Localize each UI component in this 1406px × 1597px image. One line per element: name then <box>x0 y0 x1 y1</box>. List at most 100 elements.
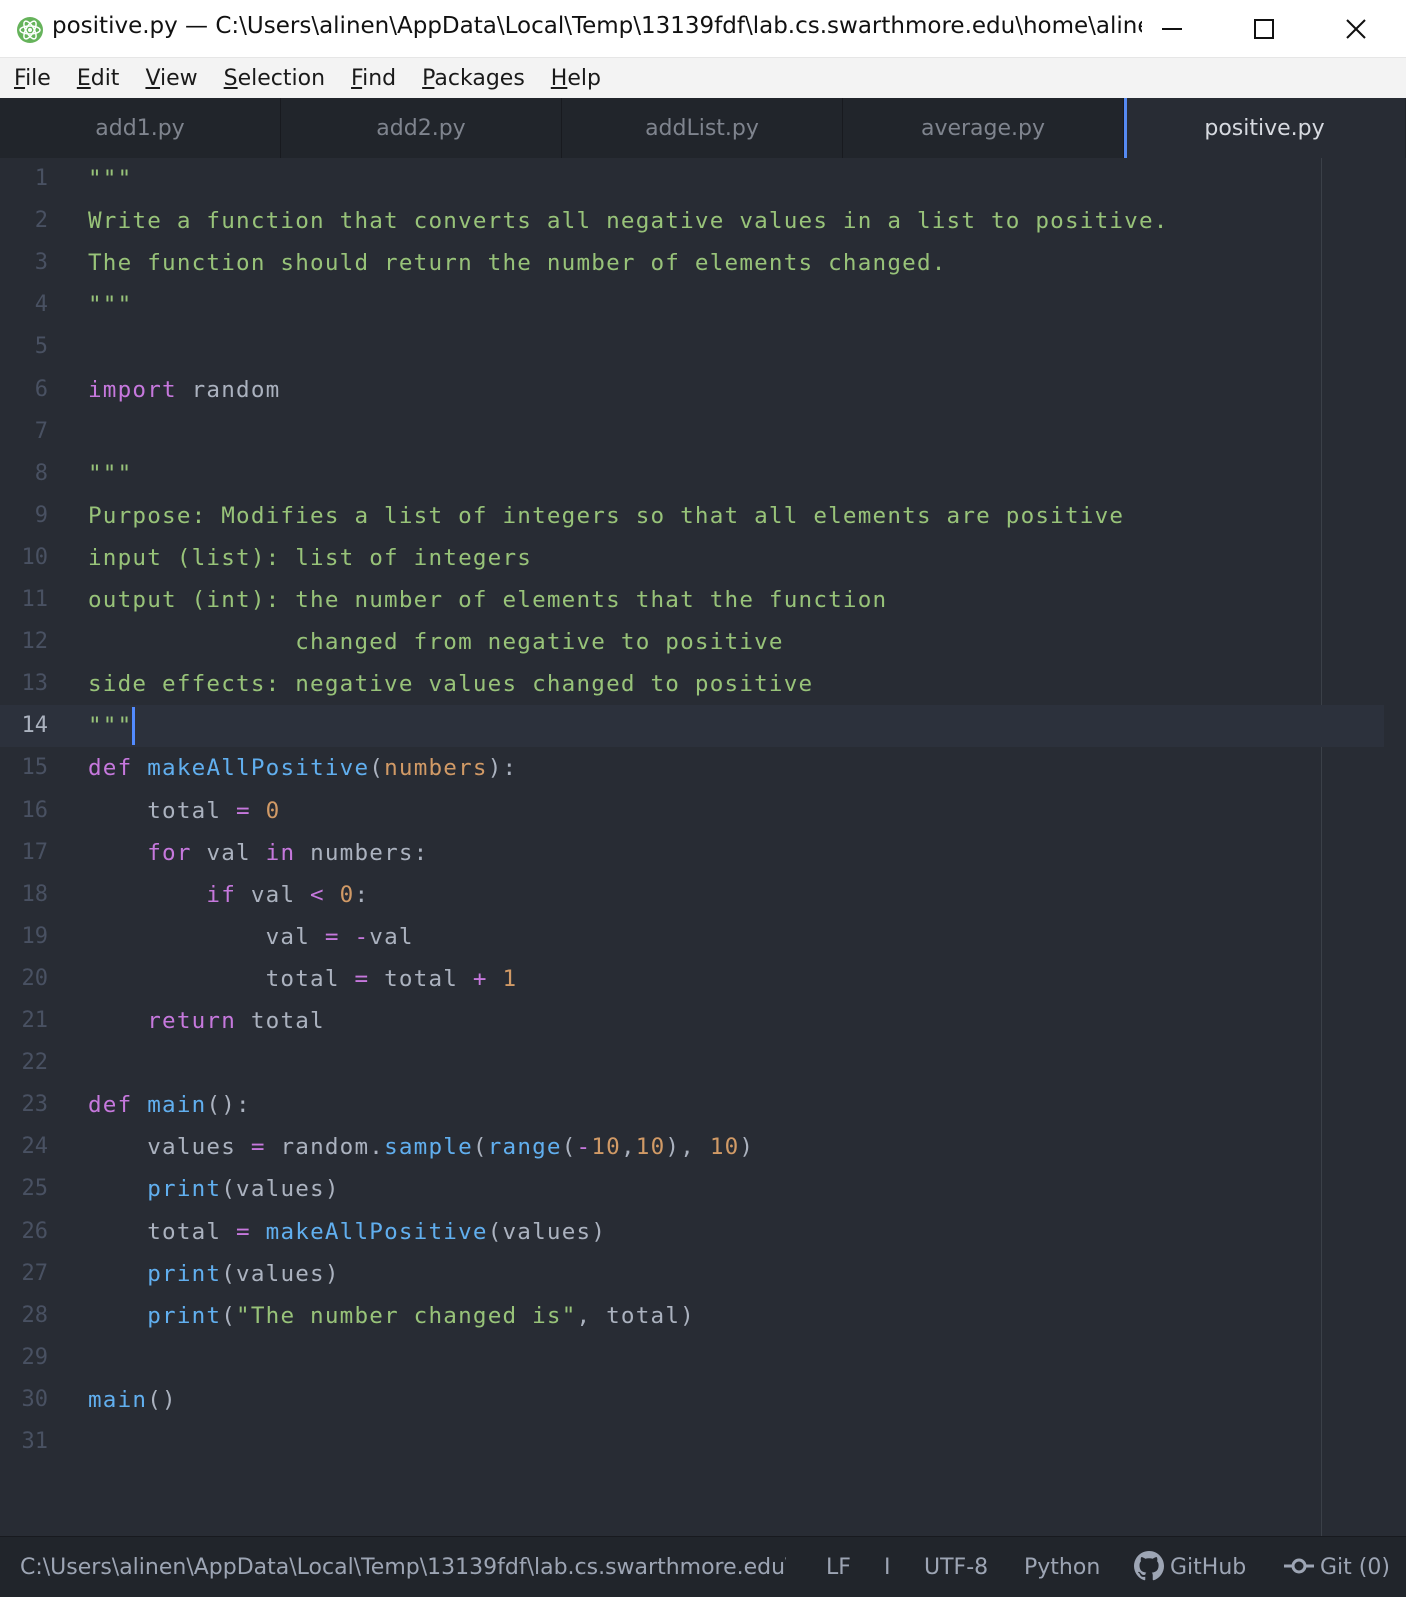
line-number[interactable]: 8 <box>0 453 48 495</box>
code-line[interactable]: 28 print("The number changed is", total) <box>0 1295 1384 1337</box>
line-number[interactable]: 15 <box>0 747 49 789</box>
code-line[interactable]: 4 """ <box>0 284 1384 326</box>
code-line[interactable]: 29 <box>0 1337 1384 1379</box>
code-text[interactable]: input (list): list of integers <box>88 537 532 579</box>
line-number[interactable]: 22 <box>0 1042 49 1084</box>
line-number[interactable]: 16 <box>0 790 49 832</box>
line-number[interactable]: 10 <box>0 537 49 579</box>
code-line[interactable]: 3 The function should return the number o… <box>0 242 1384 284</box>
line-number[interactable]: 24 <box>0 1126 49 1168</box>
code-text[interactable]: print("The number changed is", total) <box>88 1295 695 1337</box>
code-line[interactable]: 9 Purpose: Modifies a list of integers so… <box>0 495 1384 537</box>
line-number[interactable]: 23 <box>0 1084 49 1126</box>
code-line[interactable]: 19 val = -val <box>0 916 1384 958</box>
code-line[interactable]: 20 total = total + 1 <box>0 958 1384 1000</box>
menu-view[interactable]: View <box>145 66 197 91</box>
code-line[interactable]: 15 def makeAllPositive(numbers): <box>0 747 1384 789</box>
code-line[interactable]: 27 print(values) <box>0 1253 1384 1295</box>
code-line[interactable]: 6 import random <box>0 369 1384 411</box>
status-line-ending[interactable]: LF <box>826 1537 851 1597</box>
code-text[interactable]: print(values) <box>88 1253 340 1295</box>
code-text[interactable]: changed from negative to positive <box>88 621 784 663</box>
code-text[interactable]: def main(): <box>88 1084 251 1126</box>
maximize-button[interactable] <box>1218 0 1310 58</box>
code-line[interactable]: 11 output (int): the number of elements t… <box>0 579 1384 621</box>
line-number[interactable]: 11 <box>0 579 49 621</box>
code-line[interactable]: 25 print(values) <box>0 1168 1384 1210</box>
code-text[interactable]: """ <box>88 453 132 495</box>
line-number[interactable]: 27 <box>0 1253 49 1295</box>
code-line[interactable]: 10 input (list): list of integers <box>0 537 1384 579</box>
menu-packages[interactable]: Packages <box>422 66 525 91</box>
close-button[interactable] <box>1310 0 1402 58</box>
code-editor[interactable]: 1 """ 2 Write a function that converts all … <box>0 158 1406 1536</box>
code-text[interactable]: The function should return the number of… <box>88 242 947 284</box>
line-number[interactable]: 26 <box>0 1211 49 1253</box>
line-number[interactable]: 21 <box>0 1000 49 1042</box>
code-text[interactable]: main() <box>88 1379 177 1421</box>
line-number[interactable]: 13 <box>0 663 49 705</box>
code-text[interactable]: import random <box>88 369 280 411</box>
code-line[interactable]: 30 main() <box>0 1379 1384 1421</box>
code-text[interactable]: total = total + 1 <box>88 958 517 1000</box>
menu-find[interactable]: Find <box>351 66 396 91</box>
status-encoding[interactable]: UTF-8 <box>924 1537 988 1597</box>
tab-addlist[interactable]: addList.py <box>562 98 843 158</box>
code-line[interactable]: 16 total = 0 <box>0 790 1384 832</box>
line-number[interactable]: 6 <box>0 369 48 411</box>
code-text[interactable]: def makeAllPositive(numbers): <box>88 747 517 789</box>
code-line[interactable]: 22 <box>0 1042 1384 1084</box>
code-text[interactable]: total = 0 <box>88 790 280 832</box>
code-line[interactable]: 5 <box>0 326 1384 368</box>
code-line[interactable]: 24 values = random.sample(range(-10,10),… <box>0 1126 1384 1168</box>
code-text[interactable]: val = -val <box>88 916 414 958</box>
code-line[interactable]: 7 <box>0 411 1384 453</box>
code-line[interactable]: 18 if val < 0: <box>0 874 1384 916</box>
code-text[interactable]: """ <box>88 158 132 200</box>
line-number[interactable]: 4 <box>0 284 48 326</box>
code-text[interactable]: values = random.sample(range(-10,10), 10… <box>88 1126 754 1168</box>
line-number[interactable]: 18 <box>0 874 49 916</box>
code-line[interactable]: 23 def main(): <box>0 1084 1384 1126</box>
code-line[interactable]: 14 """ <box>0 705 1384 748</box>
tab-add2[interactable]: add2.py <box>281 98 562 158</box>
status-grammar[interactable]: Python <box>1024 1537 1100 1597</box>
code-line[interactable]: 26 total = makeAllPositive(values) <box>0 1211 1384 1253</box>
code-text[interactable]: if val < 0: <box>88 874 369 916</box>
status-git[interactable]: Git (0) <box>1284 1537 1390 1597</box>
code-line[interactable]: 21 return total <box>0 1000 1384 1042</box>
code-text[interactable]: """ <box>88 284 132 326</box>
line-number[interactable]: 31 <box>0 1421 49 1463</box>
tab-positive[interactable]: positive.py <box>1124 98 1405 158</box>
code-line[interactable]: 12 changed from negative to positive <box>0 621 1384 663</box>
line-number[interactable]: 5 <box>0 326 48 368</box>
status-github[interactable]: GitHub <box>1134 1537 1246 1597</box>
code-line[interactable]: 31 <box>0 1421 1384 1463</box>
code-text[interactable]: """ <box>88 705 136 747</box>
tab-add1[interactable]: add1.py <box>0 98 281 158</box>
code-line[interactable]: 8 """ <box>0 453 1384 495</box>
menu-edit[interactable]: Edit <box>77 66 120 91</box>
status-file-path[interactable]: C:\Users\alinen\AppData\Local\Temp\13139… <box>20 1537 786 1597</box>
code-line[interactable]: 1 """ <box>0 158 1384 200</box>
code-line[interactable]: 2 Write a function that converts all nega… <box>0 200 1384 242</box>
code-text[interactable]: side effects: negative values changed to… <box>88 663 813 705</box>
menu-file[interactable]: File <box>14 66 51 91</box>
code-text[interactable]: Purpose: Modifies a list of integers so … <box>88 495 1124 537</box>
line-number[interactable]: 3 <box>0 242 48 284</box>
tab-average[interactable]: average.py <box>843 98 1124 158</box>
code-text[interactable]: total = makeAllPositive(values) <box>88 1211 606 1253</box>
line-number[interactable]: 12 <box>0 621 49 663</box>
line-number[interactable]: 28 <box>0 1295 49 1337</box>
code-text[interactable]: Write a function that converts all negat… <box>88 200 1169 242</box>
line-number[interactable]: 7 <box>0 411 48 453</box>
code-line[interactable]: 17 for val in numbers: <box>0 832 1384 874</box>
menu-help[interactable]: Help <box>551 66 601 91</box>
code-line[interactable]: 13 side effects: negative values changed … <box>0 663 1384 705</box>
line-number[interactable]: 25 <box>0 1168 49 1210</box>
code-text[interactable]: output (int): the number of elements tha… <box>88 579 887 621</box>
code-text[interactable]: for val in numbers: <box>88 832 429 874</box>
line-number[interactable]: 29 <box>0 1337 49 1379</box>
line-number[interactable]: 1 <box>0 158 48 200</box>
line-number[interactable]: 20 <box>0 958 49 1000</box>
